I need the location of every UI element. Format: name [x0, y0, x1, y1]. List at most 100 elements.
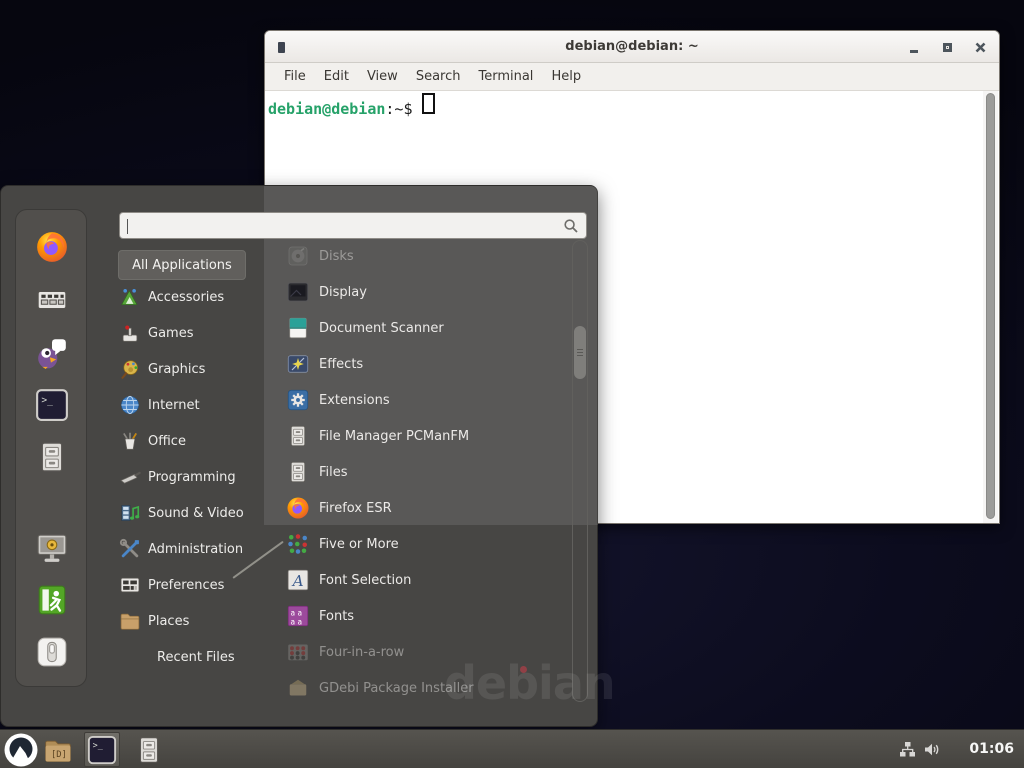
application-menu: >_ All Applications AccessoriesGames Grap…: [0, 185, 598, 727]
log-out-button[interactable]: [35, 583, 69, 617]
category-games[interactable]: Games: [119, 315, 269, 351]
category-label: Graphics: [148, 362, 205, 377]
favorite-firefox[interactable]: [35, 230, 69, 264]
fonts-icon: a aa a: [286, 604, 310, 628]
category-preferences[interactable]: Preferences: [119, 567, 269, 603]
category-accessories[interactable]: Accessories: [119, 279, 269, 315]
app-label: Extensions: [319, 393, 390, 408]
app-label: Five or More: [319, 537, 399, 552]
shut-down-button[interactable]: [35, 635, 69, 669]
app-label: Firefox ESR: [319, 501, 392, 516]
app-label: Disks: [319, 249, 354, 264]
app-extensions[interactable]: Extensions: [286, 382, 568, 418]
volume-icon[interactable]: [923, 741, 940, 758]
category-label: Office: [148, 434, 186, 449]
file-cabinet-icon: [134, 735, 164, 765]
category-administration[interactable]: Administration: [119, 531, 269, 567]
menubar-item-edit[interactable]: Edit: [315, 63, 358, 91]
five-or-more-icon: [286, 532, 310, 556]
category-label: Internet: [148, 398, 200, 413]
category-label: Preferences: [148, 578, 224, 593]
category-sound-video[interactable]: Sound & Video: [119, 495, 269, 531]
firefox-icon: [286, 496, 310, 520]
search-input[interactable]: [128, 215, 548, 236]
file-cabinet-icon: [286, 424, 310, 448]
favorite-pidgin[interactable]: [35, 336, 69, 370]
search-icon: [563, 218, 579, 234]
category-label: Places: [148, 614, 189, 629]
terminal-scrollbar-thumb[interactable]: [986, 93, 995, 519]
category-internet[interactable]: Internet: [119, 387, 269, 423]
app-label: Four-in-a-row: [319, 645, 404, 660]
terminal-scrollbar-track[interactable]: [983, 91, 998, 523]
app-fonts[interactable]: a aa a Fonts: [286, 598, 568, 634]
app-five-or-more[interactable]: Five or More: [286, 526, 568, 562]
category-recent-files[interactable]: Recent Files: [119, 639, 269, 675]
favorite-file-cabinet[interactable]: [35, 440, 69, 474]
svg-text:a a: a a: [291, 617, 303, 626]
administration-icon: [119, 538, 141, 560]
pidgin-icon: [35, 336, 69, 370]
category-places[interactable]: Places: [119, 603, 269, 639]
maximize-button[interactable]: [934, 31, 960, 63]
lock-screen-button[interactable]: [35, 531, 69, 565]
menubar-item-help[interactable]: Help: [542, 63, 590, 91]
app-display[interactable]: Display: [286, 274, 568, 310]
log-out-icon: [35, 583, 69, 617]
debian-watermark-dot: [520, 666, 527, 673]
app-label: Effects: [319, 357, 363, 372]
category-office[interactable]: Office: [119, 423, 269, 459]
accessories-icon: [119, 286, 141, 308]
favorites-panel: >_: [15, 209, 87, 687]
category-list: AccessoriesGames Graphics Internet Office Pr…: [119, 279, 269, 675]
menubar-item-terminal[interactable]: Terminal: [469, 63, 542, 91]
clock[interactable]: 01:06: [944, 730, 1018, 768]
category-programming[interactable]: Programming: [119, 459, 269, 495]
favorite-keyboard[interactable]: [35, 283, 69, 317]
folder-d-icon: [D]: [43, 735, 73, 765]
menu-scrollbar-thumb[interactable]: [574, 326, 586, 379]
network-icon[interactable]: [899, 741, 916, 758]
terminal-app-icon: [278, 42, 285, 53]
app-disks[interactable]: Disks: [286, 238, 568, 274]
menu-scrollbar-track[interactable]: [572, 240, 588, 702]
window-title: debian@debian: ~: [265, 31, 999, 63]
files-button[interactable]: [131, 732, 167, 767]
keyboard-icon: [35, 283, 69, 317]
search-box[interactable]: [119, 212, 587, 239]
app-document-scanner[interactable]: Document Scanner: [286, 310, 568, 346]
sound-video-icon: [119, 502, 141, 524]
lock-screen-icon: [35, 531, 69, 565]
minimize-button[interactable]: [901, 31, 927, 63]
file-cabinet-icon: [35, 440, 69, 474]
app-font-selection[interactable]: A Font Selection: [286, 562, 568, 598]
app-label: Display: [319, 285, 367, 300]
svg-text:>_: >_: [93, 740, 104, 750]
favorite-terminal[interactable]: >_: [35, 388, 69, 422]
app-files[interactable]: Files: [286, 454, 568, 490]
all-applications-button[interactable]: All Applications: [118, 250, 246, 280]
app-label: Font Selection: [319, 573, 411, 588]
app-firefox-esr[interactable]: Firefox ESR: [286, 490, 568, 526]
app-effects[interactable]: Effects: [286, 346, 568, 382]
app-label: Fonts: [319, 609, 354, 624]
menubar-item-search[interactable]: Search: [407, 63, 470, 91]
disks-icon: [286, 244, 310, 268]
category-label: Administration: [148, 542, 243, 557]
prompt-path: :~$: [385, 100, 412, 118]
gdebi-icon: [286, 676, 310, 700]
category-graphics[interactable]: Graphics: [119, 351, 269, 387]
menubar-item-view[interactable]: View: [358, 63, 407, 91]
menubar-item-file[interactable]: File: [275, 63, 315, 91]
terminal-cursor: [422, 93, 435, 114]
category-label: Programming: [148, 470, 236, 485]
file-manager-button[interactable]: [D]: [40, 732, 76, 767]
app-label: Files: [319, 465, 348, 480]
svg-text:A: A: [291, 572, 304, 590]
app-file-manager-pcmanfm[interactable]: File Manager PCManFM: [286, 418, 568, 454]
menu-button[interactable]: [3, 732, 39, 767]
extensions-icon: [286, 388, 310, 412]
terminal-titlebar[interactable]: debian@debian: ~: [265, 31, 999, 63]
close-button[interactable]: [967, 31, 993, 63]
terminal-button[interactable]: >_: [84, 732, 120, 767]
